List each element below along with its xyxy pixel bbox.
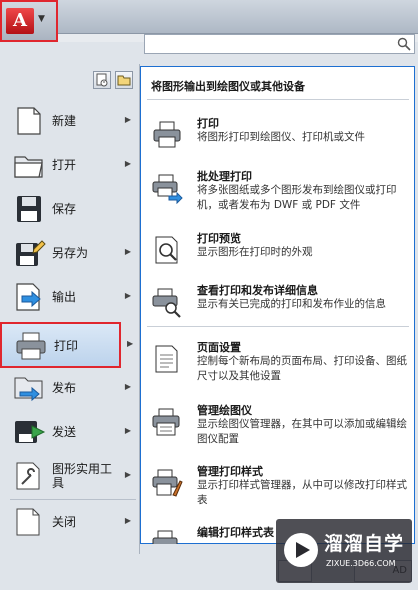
submenu-item-title: 打印	[197, 117, 219, 130]
printer-icon	[153, 121, 181, 148]
submenu-item-desc: 显示打印样式管理器，从中可以修改打印样式表	[197, 479, 407, 506]
plotter-manager-icon	[152, 408, 180, 436]
submenu-item-title: 页面设置	[197, 341, 241, 354]
send-icon	[15, 421, 46, 443]
menu-item-drawing-utilities[interactable]: 图形实用工具 ▶	[0, 454, 139, 498]
watermark-url: ZIXUE.3D66.COM	[326, 559, 396, 568]
plot-preview-icon	[155, 236, 178, 264]
submenu-item-desc: 显示有关已完成的打印和发布作业的信息	[197, 298, 386, 310]
submenu-item-title: 打印预览	[197, 232, 241, 245]
plot-style-manager-icon	[152, 469, 183, 497]
search-input[interactable]	[144, 34, 415, 54]
menu-item-export[interactable]: 输出 ▶	[0, 275, 139, 319]
submenu-item-plot-style-manager[interactable]: 管理打印样式 显示打印样式管理器，从中可以修改打印样式表	[141, 463, 414, 518]
printer-icon	[16, 332, 46, 360]
menu-item-label: 发送	[52, 425, 77, 439]
close-doc-icon	[16, 508, 40, 536]
submenu-item-plot[interactable]: 打印 将图形打印到绘图仪、打印机或文件	[141, 115, 414, 165]
chevron-right-icon: ▶	[124, 247, 131, 256]
autocad-logo-icon: A	[6, 8, 34, 34]
menu-item-label: 保存	[52, 202, 77, 216]
menu-item-save-as[interactable]: 另存为 ▶	[0, 231, 139, 275]
submenu-item-title: 管理绘图仪	[197, 404, 252, 417]
menu-item-print[interactable]: 打印	[0, 322, 121, 368]
submenu-item-title: 编辑打印样式表	[197, 526, 274, 539]
floppy-disk-icon	[17, 196, 41, 222]
submenu-item-plot-preview[interactable]: 打印预览 显示图形在打印时的外观	[141, 230, 414, 274]
menu-item-new[interactable]: 新建 ▶	[0, 99, 139, 143]
submenu-item-desc: 控制每个新布局的页面布局、打印设备、图纸尺寸以及其他设置	[197, 355, 407, 382]
menu-item-open[interactable]: 打开 ▶	[0, 143, 139, 187]
submenu-item-desc: 显示绘图仪管理器，在其中可以添加或编辑绘图仪配置	[197, 418, 407, 445]
page-setup-icon	[155, 345, 178, 373]
folder-icon	[14, 156, 43, 178]
menu-item-label: 另存为	[52, 246, 89, 260]
batch-plot-icon	[152, 174, 183, 204]
watermark-title: 溜溜自学	[324, 533, 405, 555]
divider	[147, 99, 409, 100]
search-icon[interactable]	[397, 37, 411, 51]
submenu-item-page-setup[interactable]: 页面设置 控制每个新布局的页面布局、打印设备、图纸尺寸以及其他设置	[141, 339, 414, 394]
export-icon	[16, 283, 41, 311]
chevron-down-icon: ▼	[38, 14, 45, 24]
plot-details-icon	[152, 288, 181, 318]
menu-item-label: 新建	[52, 114, 77, 128]
chevron-right-icon: ▶	[124, 516, 131, 525]
watermark: 溜溜自学 ZIXUE.3D66.COM	[276, 519, 412, 583]
menu-item-publish[interactable]: 发布 ▶	[0, 366, 139, 410]
application-button[interactable]: A ▼	[0, 0, 58, 42]
chevron-right-icon: ▶	[124, 426, 131, 435]
drawing-utilities-icon	[16, 462, 40, 490]
save-as-icon	[16, 240, 46, 266]
submenu-item-desc: 将图形打印到绘图仪、打印机或文件	[197, 131, 365, 143]
search-field[interactable]	[145, 35, 395, 53]
menu-item-send[interactable]: 发送 ▶	[0, 410, 139, 454]
chevron-right-icon: ▶	[124, 291, 131, 300]
menu-item-save[interactable]: 保存	[0, 187, 139, 231]
divider	[147, 326, 409, 327]
panel-title: 将图形输出到绘图仪或其他设备	[151, 80, 305, 93]
submenu-item-title: 批处理打印	[197, 170, 252, 183]
publish-icon	[14, 377, 43, 402]
submenu-item-plotter-manager[interactable]: 管理绘图仪 显示绘图仪管理器，在其中可以添加或编辑绘图仪配置	[141, 402, 414, 457]
chevron-right-icon: ▶	[124, 115, 131, 124]
submenu-item-desc: 显示图形在打印时的外观	[197, 246, 313, 258]
play-icon	[296, 542, 310, 558]
submenu-item-title: 管理打印样式	[197, 465, 263, 478]
menu-item-label: 打印	[54, 339, 79, 353]
chevron-right-icon: ▶	[124, 159, 131, 168]
chevron-right-icon: ▶	[127, 339, 134, 348]
menu-item-close[interactable]: 关闭 ▶	[0, 500, 139, 544]
menu-item-label: 关闭	[52, 515, 77, 529]
submenu-item-title: 查看打印和发布详细信息	[197, 284, 318, 297]
submenu-item-plot-details[interactable]: 查看打印和发布详细信息 显示有关已完成的打印和发布作业的信息	[141, 282, 414, 326]
title-bar	[0, 0, 418, 34]
menu-item-label: 发布	[52, 381, 77, 395]
menu-item-label: 打开	[52, 158, 77, 172]
new-doc-icon	[17, 107, 41, 135]
submenu-item-desc: 将多张图纸或多个图形发布到绘图仪或打印机，或者发布为 DWF 或 PDF 文件	[197, 184, 397, 211]
menu-item-label: 输出	[52, 290, 77, 304]
print-submenu-panel: 将图形输出到绘图仪或其他设备 打印 将图形打印到绘图仪、打印机或文件 批处理打印…	[140, 66, 415, 544]
submenu-item-batch-plot[interactable]: 批处理打印 将多张图纸或多个图形发布到绘图仪或打印机，或者发布为 DWF 或 P…	[141, 168, 414, 223]
edit-plot-style-icon	[152, 530, 178, 544]
chevron-right-icon: ▶	[124, 470, 131, 479]
chevron-right-icon: ▶	[124, 382, 131, 391]
